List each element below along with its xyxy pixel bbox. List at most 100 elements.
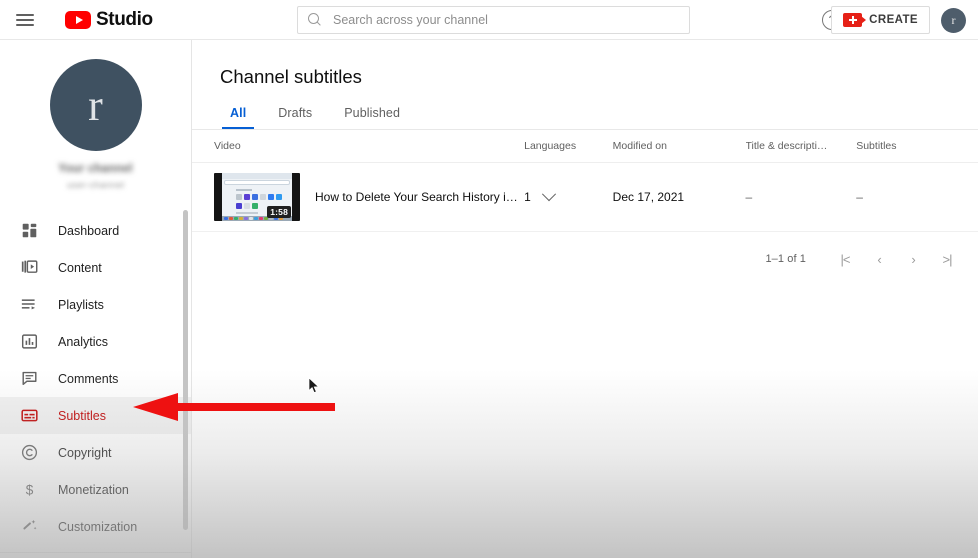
thumb-url-bar [224,180,290,185]
sidebar-item-label: Analytics [58,334,109,349]
title-description-value: – [745,190,753,204]
account-avatar[interactable]: r [941,8,966,33]
video-duration-badge: 1:58 [267,206,291,218]
thumb-icon-row [236,194,282,200]
sidebar-item-analytics[interactable]: Analytics [0,323,191,360]
thumb-browser-bar [222,173,292,179]
search-input[interactable] [333,13,679,27]
logo-text: Studio [96,8,153,30]
sidebar-item-copyright[interactable]: Copyright [0,434,191,471]
sidebar-scrollbar[interactable] [183,210,188,530]
copyright-c-icon [19,443,39,463]
cell-title-description: – [745,162,857,232]
create-button-label: CREATE [869,14,918,26]
channel-info-block[interactable]: r Your channel user-channel [0,40,191,191]
cell-modified-on: Dec 17, 2021 [612,162,746,232]
youtube-studio-logo[interactable]: Studio [65,9,153,31]
search-bar[interactable] [297,6,690,34]
subtitles-value: – [856,190,863,204]
thumb-icon [236,203,242,209]
video-camera-plus-icon [843,13,867,27]
thumb-label-line-2 [236,212,258,214]
channel-avatar: r [49,59,142,151]
channel-name: Your channel [58,163,133,175]
hamburger-line [16,18,34,21]
dashboard-grid-icon [19,221,39,241]
sidebar-item-label: Dashboard [58,223,120,238]
subtitles-cc-icon [19,406,39,426]
subtitles-table: Video Languages Modified on Title & desc… [192,130,978,232]
sidebar-item-content[interactable]: Content [0,249,191,286]
tab-bar: All Drafts Published [192,106,978,129]
dollar-sign-icon: $ [19,480,39,500]
sidebar-item-label: Monetization [58,482,129,497]
sidebar-item-monetization[interactable]: $ Monetization [0,471,191,508]
analytics-bars-icon [19,332,39,352]
comment-bubble-icon [19,369,39,389]
cell-languages: 1 [524,162,613,232]
table-header-row: Video Languages Modified on Title & desc… [192,130,978,163]
last-page-icon[interactable]: >| [930,246,964,272]
cell-video: 1:58 How to Delete Your Search History i… [192,162,525,232]
plus-glyph [848,16,857,24]
languages-count: 1 [524,190,531,204]
main-content: Channel subtitles All Drafts Published V… [192,40,978,558]
column-header-title-description: Title & descripti… [745,130,857,163]
tab-drafts[interactable]: Drafts [262,106,328,129]
sidebar-item-label: Playlists [58,297,104,312]
create-button[interactable]: CREATE [831,6,930,34]
first-page-icon[interactable]: |< [828,246,862,272]
thumb-icon-row-2 [236,203,258,209]
column-header-subtitles: Subtitles [856,130,978,163]
channel-handle: user-channel [66,180,125,191]
page-title: Channel subtitles [220,66,362,87]
top-navigation-bar: Studio ? CREATE r [0,0,978,40]
tab-all[interactable]: All [214,106,262,129]
cell-subtitles: – [856,162,978,232]
content-video-icon [19,258,39,278]
sidebar-item-label: Copyright [58,445,112,460]
table-head: Video Languages Modified on Title & desc… [192,130,978,163]
video-title[interactable]: How to Delete Your Search History in … [315,190,524,204]
thumb-icon [244,203,250,209]
red-arrow-annotation [133,393,335,421]
sidebar-item-label: Customization [58,519,138,534]
youtube-play-icon [65,10,91,29]
pagination-range: 1–1 of 1 [765,253,806,265]
sidebar-divider [0,552,191,553]
thumb-icon [252,194,258,200]
next-page-icon[interactable]: › [896,246,930,272]
thumb-icon [276,194,282,200]
sidebar-item-dashboard[interactable]: Dashboard [0,212,191,249]
sidebar-item-label: Content [58,260,102,275]
table-body: 1:58 How to Delete Your Search History i… [192,162,978,232]
sidebar-item-label: Comments [58,371,119,386]
thumb-icon [268,194,274,200]
sidebar: r Your channel user-channel Dashboard Co… [0,40,192,558]
video-cell: 1:58 How to Delete Your Search History i… [192,163,524,231]
thumb-label-line [236,189,252,191]
thumb-icon [260,194,266,200]
previous-page-icon[interactable]: ‹ [862,246,896,272]
youtube-studio-window: Studio ? CREATE r r Your channel user-ch… [0,0,978,558]
playlist-lines-icon [19,295,39,315]
hamburger-line [16,23,34,26]
thumb-icon [252,203,258,209]
languages-cell: 1 [524,187,613,204]
sidebar-item-customization[interactable]: Customization [0,508,191,545]
mouse-pointer-icon [308,377,320,394]
thumb-icon [244,194,250,200]
thumb-icon [236,194,242,200]
chevron-down-icon[interactable] [541,187,556,202]
table-row[interactable]: 1:58 How to Delete Your Search History i… [192,162,978,232]
sidebar-item-label: Subtitles [58,408,106,423]
hamburger-menu-icon[interactable] [16,9,38,31]
tab-published[interactable]: Published [328,106,416,129]
search-icon [308,13,322,27]
hamburger-line [16,13,34,16]
column-header-languages: Languages [524,130,613,163]
video-thumbnail[interactable]: 1:58 [214,173,300,221]
sidebar-item-playlists[interactable]: Playlists [0,286,191,323]
column-header-video: Video [192,130,525,163]
sidebar-navigation: Dashboard Content Playlists Analytics Co… [0,212,191,558]
